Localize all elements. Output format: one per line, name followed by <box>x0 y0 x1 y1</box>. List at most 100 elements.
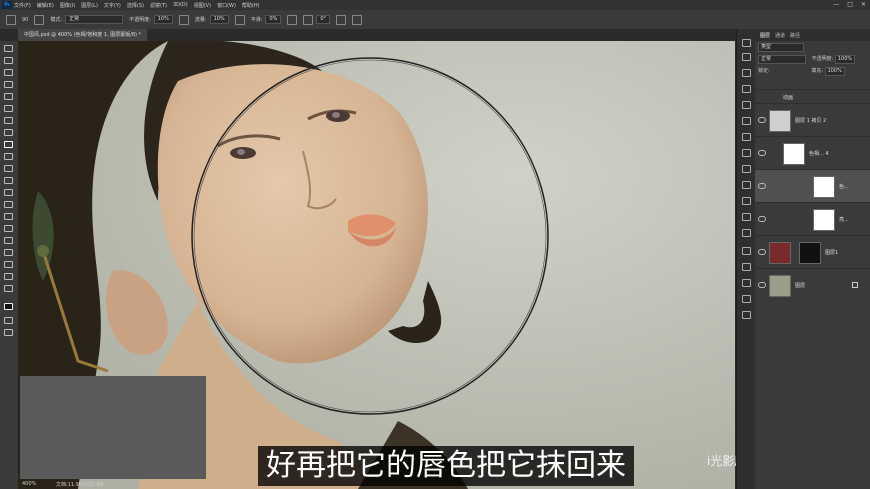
layer-row[interactable]: 图层1 <box>755 235 870 269</box>
layer-filter-select[interactable]: 类型 <box>758 43 804 52</box>
layer-name: 图层 1 拷贝 2 <box>795 118 827 124</box>
eye-icon[interactable] <box>758 249 766 255</box>
shape-tool-icon[interactable] <box>4 261 13 268</box>
opacity-input[interactable]: 10% <box>153 15 173 24</box>
layer-row[interactable]: 图层 1 拷贝 2 <box>755 103 870 137</box>
foreground-color-swatch[interactable] <box>4 303 13 310</box>
screen-mode-icon[interactable] <box>4 329 13 336</box>
path-select-tool-icon[interactable] <box>4 249 13 256</box>
smoothing-input[interactable]: 0% <box>265 15 282 24</box>
menu-window[interactable]: 窗口(W) <box>217 2 236 9</box>
dodge-tool-icon[interactable] <box>4 213 13 220</box>
tab-layers[interactable]: 图层 <box>760 32 770 39</box>
lasso-tool-icon[interactable] <box>4 69 13 76</box>
brush-tool-icon[interactable] <box>4 141 13 148</box>
history-brush-tool-icon[interactable] <box>4 165 13 172</box>
stamp-tool-icon[interactable] <box>4 153 13 160</box>
pressure-size-icon[interactable] <box>336 14 346 25</box>
timeline-icon[interactable] <box>742 279 751 287</box>
menu-edit[interactable]: 编辑(E) <box>37 2 54 9</box>
layer-row[interactable]: 亮... <box>755 202 870 236</box>
layer-name: 图层1 <box>825 250 839 256</box>
symmetry-icon[interactable] <box>352 14 362 25</box>
layer-comps-icon[interactable] <box>742 311 751 319</box>
paragraph-icon[interactable] <box>742 181 751 189</box>
character-icon[interactable] <box>742 165 751 173</box>
blend-mode-select[interactable]: 正常 <box>758 55 806 64</box>
actions-icon[interactable] <box>742 53 751 61</box>
menu-3d[interactable]: 3D(D) <box>173 2 188 8</box>
airbrush-icon[interactable] <box>234 14 245 25</box>
menu-type[interactable]: 文字(Y) <box>104 2 121 9</box>
brushes-icon[interactable] <box>742 149 751 157</box>
properties-icon[interactable] <box>742 133 751 141</box>
info-icon[interactable] <box>742 69 751 77</box>
zoom-tool-icon[interactable] <box>4 285 13 292</box>
opacity-field[interactable]: 100% <box>834 55 856 64</box>
document-tab[interactable]: 中国风.psd @ 400% (色相/饱和度 1, 图层蒙版/8) * <box>18 29 148 41</box>
menu-help[interactable]: 帮助(H) <box>242 2 260 9</box>
tab-channels[interactable]: 通道 <box>775 32 785 39</box>
styles-icon[interactable] <box>742 229 751 237</box>
hand-tool-icon[interactable] <box>4 273 13 280</box>
history-icon[interactable] <box>742 39 751 47</box>
healing-brush-tool-icon[interactable] <box>4 129 13 136</box>
layers-panel-tabs: 图层 通道 路径 <box>755 29 870 41</box>
opacity-label: 不透明度: <box>129 17 151 23</box>
menu-image[interactable]: 图像(I) <box>60 2 75 9</box>
color-icon[interactable] <box>742 85 751 93</box>
eye-icon[interactable] <box>758 282 766 288</box>
minimize-button[interactable]: — <box>833 1 839 8</box>
eye-icon[interactable] <box>758 117 766 123</box>
maximize-button[interactable]: □ <box>847 1 853 8</box>
menu-view[interactable]: 视图(V) <box>194 2 211 9</box>
layer-row-group[interactable]: 动画 <box>755 89 870 104</box>
move-tool-icon[interactable] <box>4 45 13 52</box>
menu-filter[interactable]: 滤镜(T) <box>150 2 167 9</box>
brush-size-value[interactable]: 90 <box>22 17 28 23</box>
quick-select-tool-icon[interactable] <box>4 81 13 88</box>
document-size[interactable]: 文档:11.9M/223.4M <box>56 481 103 488</box>
flow-input[interactable]: 10% <box>209 15 229 24</box>
eye-icon[interactable] <box>758 150 766 156</box>
brush-settings-icon[interactable] <box>34 14 45 25</box>
pressure-opacity-icon[interactable] <box>178 14 189 25</box>
eyedropper-tool-icon[interactable] <box>4 117 13 124</box>
layer-mask-thumbnail <box>783 143 805 165</box>
layer-name: 动画 <box>783 95 794 101</box>
crop-tool-icon[interactable] <box>4 93 13 100</box>
photoshop-logo-icon[interactable]: Ps <box>2 1 12 9</box>
frame-tool-icon[interactable] <box>4 105 13 112</box>
lock-row: 锁定: 填充: 100% <box>755 67 870 76</box>
fill-field[interactable]: 100% <box>824 67 845 76</box>
zoom-level[interactable]: 400% <box>22 481 36 487</box>
notes-icon[interactable] <box>742 295 751 303</box>
mode-select[interactable]: 正常 <box>65 15 124 24</box>
eye-icon[interactable] <box>758 216 766 222</box>
adjustments-icon[interactable] <box>742 117 751 125</box>
marquee-tool-icon[interactable] <box>4 57 13 64</box>
type-tool-icon[interactable] <box>4 237 13 244</box>
menu-file[interactable]: 文件(F) <box>14 2 31 9</box>
eye-icon[interactable] <box>758 183 766 189</box>
navigator-icon[interactable] <box>742 263 751 271</box>
gear-icon[interactable] <box>287 14 298 25</box>
eraser-tool-icon[interactable] <box>4 177 13 184</box>
layer-row-selected[interactable]: 色... <box>755 169 870 203</box>
brush-tool-icon[interactable] <box>6 14 16 25</box>
menu-select[interactable]: 选择(S) <box>127 2 144 9</box>
layer-row[interactable]: 色相... 4 <box>755 136 870 170</box>
menu-layer[interactable]: 图层(L) <box>81 2 98 9</box>
quick-mask-icon[interactable] <box>4 317 13 324</box>
libraries-icon[interactable] <box>742 213 751 221</box>
glyphs-icon[interactable] <box>742 197 751 205</box>
3d-icon[interactable] <box>742 247 751 255</box>
angle-input[interactable]: 0° <box>316 15 330 24</box>
close-button[interactable]: ✕ <box>861 1 866 8</box>
layer-row[interactable]: 图层 <box>755 268 870 302</box>
pen-tool-icon[interactable] <box>4 225 13 232</box>
blur-tool-icon[interactable] <box>4 201 13 208</box>
gradient-tool-icon[interactable] <box>4 189 13 196</box>
swatches-icon[interactable] <box>742 101 751 109</box>
tab-paths[interactable]: 路径 <box>790 32 800 39</box>
